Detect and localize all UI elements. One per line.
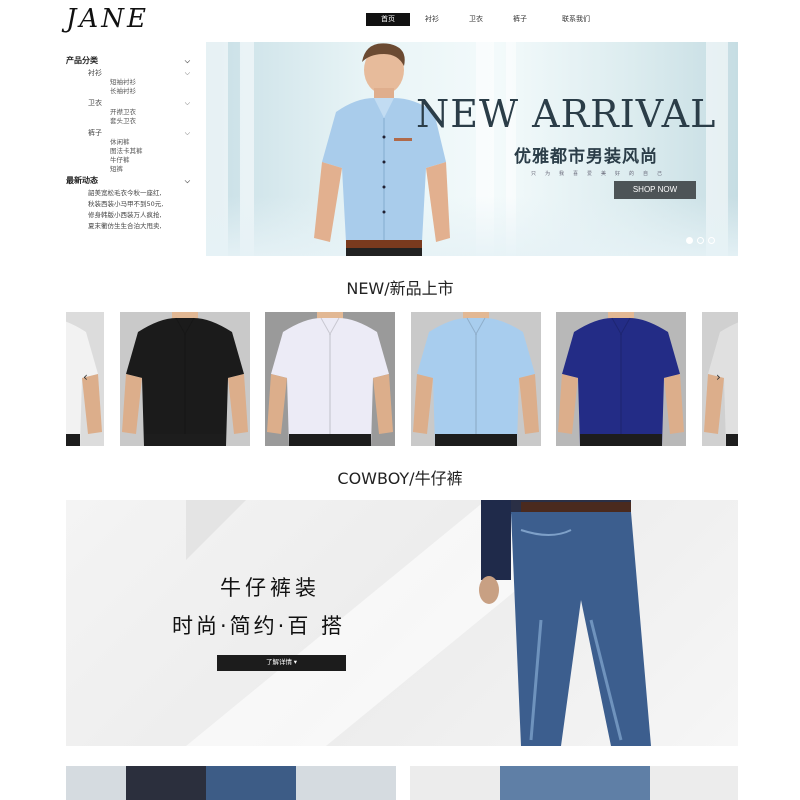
banner-tagline: 只为我喜爱美好的自己: [531, 171, 672, 177]
model-image: [314, 43, 450, 256]
learn-more-button[interactable]: 了解详情 ▾: [217, 655, 346, 671]
sidebar-item[interactable]: 套头卫衣: [66, 117, 190, 126]
nav-item-contact[interactable]: 联系我们: [548, 13, 604, 26]
product-image[interactable]: [410, 766, 738, 800]
cowboy-section-title: COWBOY/牛仔裤: [337, 469, 463, 488]
chevron-down-icon[interactable]: ⌵: [185, 128, 190, 138]
cowboy-title: 牛仔裤装: [220, 576, 320, 600]
product-card[interactable]: [265, 312, 395, 446]
news-item[interactable]: 修身韩版小西装万人疯抢,: [66, 210, 190, 221]
sidebar-item[interactable]: 休闲裤: [66, 138, 190, 147]
chevron-right-icon[interactable]: ›: [716, 370, 721, 384]
sidebar-category-pants[interactable]: 裤子 ⌵: [66, 128, 190, 138]
news-title: 最新动态: [66, 176, 98, 185]
product-image[interactable]: [66, 766, 396, 800]
news-header[interactable]: 最新动态 ⌵: [66, 176, 190, 186]
banner-title: NEW ARRIVAL: [416, 92, 717, 136]
chevron-down-icon[interactable]: ⌵: [185, 176, 190, 186]
product-card[interactable]: [411, 312, 541, 446]
nav-item-hoodies[interactable]: 卫衣: [454, 13, 498, 26]
sidebar-item[interactable]: 长袖衬衫: [66, 87, 190, 96]
shirt-image: [265, 312, 395, 446]
sidebar-item[interactable]: 图法卡其裤: [66, 147, 190, 156]
nav-item-pants[interactable]: 裤子: [498, 13, 542, 26]
carousel-dot[interactable]: [686, 237, 693, 244]
product-card[interactable]: [120, 312, 250, 446]
chevron-left-icon[interactable]: ‹: [83, 370, 88, 384]
news-item[interactable]: 夏末衢仿生生合泊大甩卖,: [66, 221, 190, 232]
sidebar-category-shirts[interactable]: 衬衫 ⌵: [66, 68, 190, 78]
sidebar-category-hoodies[interactable]: 卫衣 ⌵: [66, 98, 190, 108]
sidebar-item[interactable]: 短裤: [66, 165, 190, 174]
shop-now-button[interactable]: SHOP NOW: [614, 181, 696, 199]
jeans-image: [479, 500, 651, 746]
nav-item-shirts[interactable]: 衬衫: [410, 13, 454, 26]
news-item[interactable]: 秋装西装小马甲不到50元,: [66, 199, 190, 210]
shirt-image: [120, 312, 250, 446]
new-products-carousel: [66, 312, 738, 446]
category-label: 衬衫: [88, 69, 102, 77]
sidebar-item[interactable]: 开襟卫衣: [66, 108, 190, 117]
shirt-image: [411, 312, 541, 446]
news-item[interactable]: 韶美宽松毛衣今秋一座红,: [66, 188, 190, 199]
nav-item-home[interactable]: 首页: [366, 13, 410, 26]
product-card[interactable]: [556, 312, 686, 446]
chevron-down-icon[interactable]: ⌵: [185, 68, 190, 78]
main-nav: 首页 衬衫 卫衣 裤子 联系我们: [366, 13, 604, 26]
banner-subtitle: 优雅都市男装风尚: [514, 147, 658, 167]
products-header[interactable]: 产品分类 ⌵: [66, 56, 190, 66]
sidebar-item[interactable]: 短袖衬衫: [66, 78, 190, 87]
chevron-down-icon[interactable]: ⌵: [185, 56, 190, 66]
logo[interactable]: JANE: [66, 4, 149, 34]
new-section-title: NEW/新品上市: [346, 279, 454, 298]
products-title: 产品分类: [66, 56, 98, 65]
cowboy-banner: 牛仔裤装 时尚·简约·百 搭 了解详情 ▾: [66, 500, 738, 746]
cowboy-subtitle: 时尚·简约·百 搭: [172, 614, 346, 638]
shirt-image: [556, 312, 686, 446]
carousel-dots: [686, 237, 715, 244]
hero-banner: NEW ARRIVAL 优雅都市男装风尚 只为我喜爱美好的自己 SHOP NOW: [206, 42, 738, 256]
category-label: 卫衣: [88, 99, 102, 107]
sidebar: 产品分类 ⌵ 衬衫 ⌵ 短袖衬衫 长袖衬衫 卫衣 ⌵ 开襟卫衣 套头卫衣 裤子 …: [66, 56, 190, 232]
chevron-down-icon[interactable]: ⌵: [185, 98, 190, 108]
sidebar-item[interactable]: 牛仔裤: [66, 156, 190, 165]
carousel-dot[interactable]: [708, 237, 715, 244]
carousel-dot[interactable]: [697, 237, 704, 244]
category-label: 裤子: [88, 129, 102, 137]
